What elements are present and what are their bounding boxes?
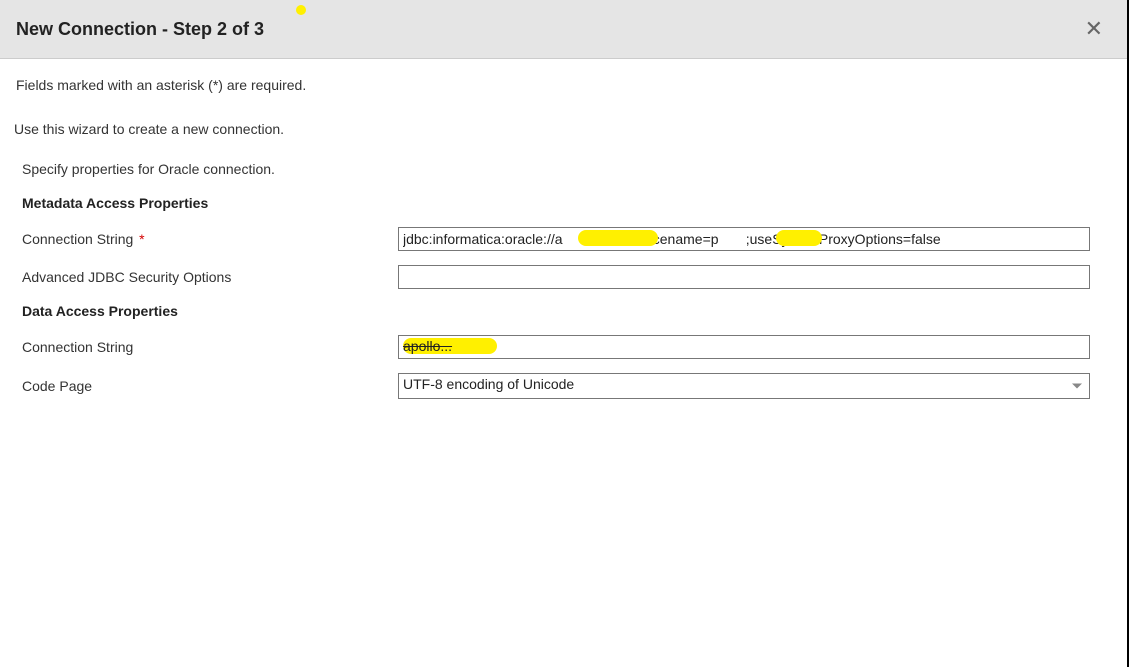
data-section-heading: Data Access Properties	[16, 303, 1111, 319]
connection-string-label: Connection String *	[22, 231, 398, 247]
dialog-body: Fields marked with an asterisk (*) are r…	[0, 59, 1127, 431]
connection-string-input-wrapper	[398, 227, 1090, 251]
dialog-title: New Connection - Step 2 of 3	[16, 19, 264, 40]
wizard-intro-text: Use this wizard to create a new connecti…	[14, 121, 1111, 137]
data-connection-string-row: Connection String apollo...	[16, 335, 1111, 359]
code-page-row: Code Page UTF-8 encoding of Unicode	[16, 373, 1111, 399]
highlight-dot	[296, 5, 306, 15]
required-asterisk: *	[135, 231, 144, 247]
connection-string-input[interactable]	[398, 227, 1090, 251]
data-connection-string-label: Connection String	[22, 339, 398, 355]
advanced-jdbc-row: Advanced JDBC Security Options	[16, 265, 1111, 289]
code-page-label: Code Page	[22, 378, 398, 394]
data-connection-string-input-wrapper: apollo...	[398, 335, 1090, 359]
metadata-section-heading: Metadata Access Properties	[16, 195, 1111, 211]
connection-string-row: Connection String *	[16, 227, 1111, 251]
close-icon: ✕	[1085, 16, 1103, 41]
redacted-text-hint: apollo...	[403, 338, 452, 354]
data-connection-string-input[interactable]	[398, 335, 1090, 359]
advanced-jdbc-input[interactable]	[398, 265, 1090, 289]
code-page-select[interactable]: UTF-8 encoding of Unicode	[398, 373, 1090, 399]
dialog-header: New Connection - Step 2 of 3 ✕	[0, 0, 1127, 59]
specify-properties-text: Specify properties for Oracle connection…	[16, 161, 1111, 177]
advanced-jdbc-label: Advanced JDBC Security Options	[22, 269, 398, 285]
close-button[interactable]: ✕	[1077, 18, 1111, 40]
required-fields-note: Fields marked with an asterisk (*) are r…	[16, 77, 1111, 93]
code-page-select-wrapper: UTF-8 encoding of Unicode	[398, 373, 1090, 399]
connection-string-label-text: Connection String	[22, 231, 133, 247]
